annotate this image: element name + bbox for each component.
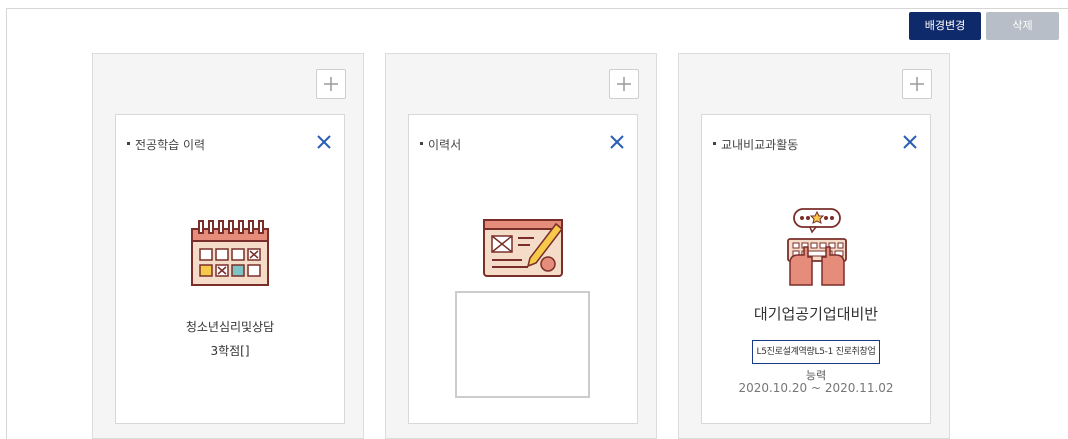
close-icon[interactable] bbox=[902, 134, 918, 150]
plus-icon bbox=[324, 77, 338, 91]
card-resume: 이력서 bbox=[408, 114, 638, 424]
card-title: 이력서 bbox=[420, 136, 461, 153]
plus-icon bbox=[617, 77, 631, 91]
plus-icon bbox=[910, 77, 924, 91]
change-background-button[interactable]: 배경변경 bbox=[909, 12, 981, 40]
close-icon[interactable] bbox=[316, 134, 332, 150]
card-major-study-history: 전공학습 이력 청소년심리및상담 3학점[] bbox=[115, 114, 345, 424]
delete-button[interactable]: 삭제 bbox=[986, 12, 1059, 40]
course-name: 청소년심리및상담 bbox=[185, 320, 275, 334]
resume-preview-placeholder bbox=[455, 291, 590, 398]
add-card-button[interactable] bbox=[609, 69, 639, 99]
program-title: 대기업공기업대비반 bbox=[753, 305, 879, 323]
card-title: 교내비교과활동 bbox=[713, 136, 798, 153]
competency-tag: L5진로설계역량L5-1 진로취창업 bbox=[752, 340, 880, 364]
close-icon[interactable] bbox=[609, 134, 625, 150]
add-card-button[interactable] bbox=[316, 69, 346, 99]
program-period: 2020.10.20 ~ 2020.11.02 bbox=[738, 381, 894, 395]
card-extracurricular: 교내비교과활동 대기업공기업대비반 L5진로설계역량L5-1 진로취창업 능력 bbox=[701, 114, 931, 424]
course-credits: 3학점[] bbox=[210, 344, 250, 358]
card-title: 전공학습 이력 bbox=[127, 136, 205, 153]
add-card-button[interactable] bbox=[902, 69, 932, 99]
column-2: 이력서 bbox=[385, 53, 657, 439]
calendar-icon bbox=[191, 220, 269, 286]
keyboard-typing-icon bbox=[787, 208, 847, 286]
resume-pen-icon bbox=[483, 219, 564, 277]
column-3: 교내비교과활동 대기업공기업대비반 L5진로설계역량L5-1 진로취창업 능력 bbox=[678, 53, 950, 439]
column-1: 전공학습 이력 청소년심리및상담 3학점[] bbox=[92, 53, 364, 439]
